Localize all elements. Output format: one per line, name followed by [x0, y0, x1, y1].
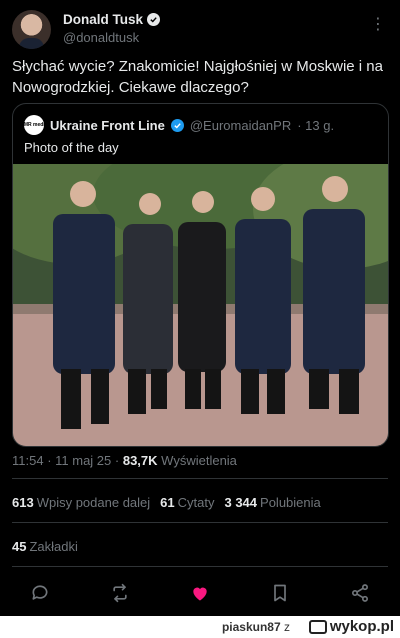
like-icon[interactable] [189, 582, 211, 604]
views-count: 83,7K [122, 453, 158, 468]
post-meta: 11:54 · 11 maj 25 · 83,7K Wyświetlenia [12, 453, 237, 468]
photo-leaders-walking [13, 164, 388, 446]
author-avatar[interactable] [12, 10, 51, 49]
post-stats: 613 Wpisy podane dalej 61 Cytaty 3 344 Polu… [12, 495, 321, 510]
divider [12, 478, 388, 479]
verified-badge-icon [147, 13, 161, 26]
action-bar [0, 574, 400, 608]
post-header: Donald Tusk @donaldtusk ⋮ [12, 10, 388, 50]
repost-icon[interactable] [109, 582, 131, 604]
bookmarks-stat[interactable]: 45 Zakładki [12, 539, 78, 554]
post-time[interactable]: 11:54 [12, 453, 44, 468]
divider [12, 522, 388, 523]
quoted-author-avatar[interactable]: EMR media [21, 115, 47, 135]
post-text: Słychać wycie? Znakomicie! Najgłośniej w… [12, 58, 383, 96]
bookmark-icon[interactable] [269, 582, 291, 604]
quotes-stat[interactable]: 61 Cytaty [160, 495, 214, 510]
share-icon[interactable] [349, 582, 371, 604]
footer-username: piaskun87 z [221, 620, 290, 634]
author-handle[interactable]: @donaldtusk [63, 30, 139, 45]
views-label: Wyświetlenia [161, 453, 237, 468]
reply-icon[interactable] [29, 582, 51, 604]
quoted-post-text: Photo of the day [24, 140, 119, 155]
quoted-post-time[interactable]: · 13 g. [297, 118, 334, 133]
author-name[interactable]: Donald Tusk [63, 12, 161, 27]
verified-badge-icon [170, 118, 184, 132]
watermark-footer: piaskun87 z wykop.pl [0, 616, 400, 638]
quoted-post-header: EMR media Ukraine Front Line @Euromaidan… [21, 115, 334, 135]
post-date[interactable]: 11 maj 25 [55, 453, 111, 468]
quoted-post-photo[interactable] [13, 164, 388, 446]
quoted-author-name[interactable]: Ukraine Front Line [50, 118, 165, 133]
reposts-stat[interactable]: 613 Wpisy podane dalej [12, 495, 150, 510]
quoted-post[interactable]: EMR media Ukraine Front Line @Euromaidan… [12, 103, 389, 447]
quoted-author-handle[interactable]: @EuromaidanPR [190, 118, 291, 133]
wykop-logo-icon [308, 619, 327, 634]
likes-stat[interactable]: 3 344 Polubienia [224, 495, 320, 510]
divider [12, 566, 388, 567]
more-options-icon[interactable]: ⋮ [370, 16, 386, 34]
wykop-logo: wykop.pl [308, 618, 394, 635]
